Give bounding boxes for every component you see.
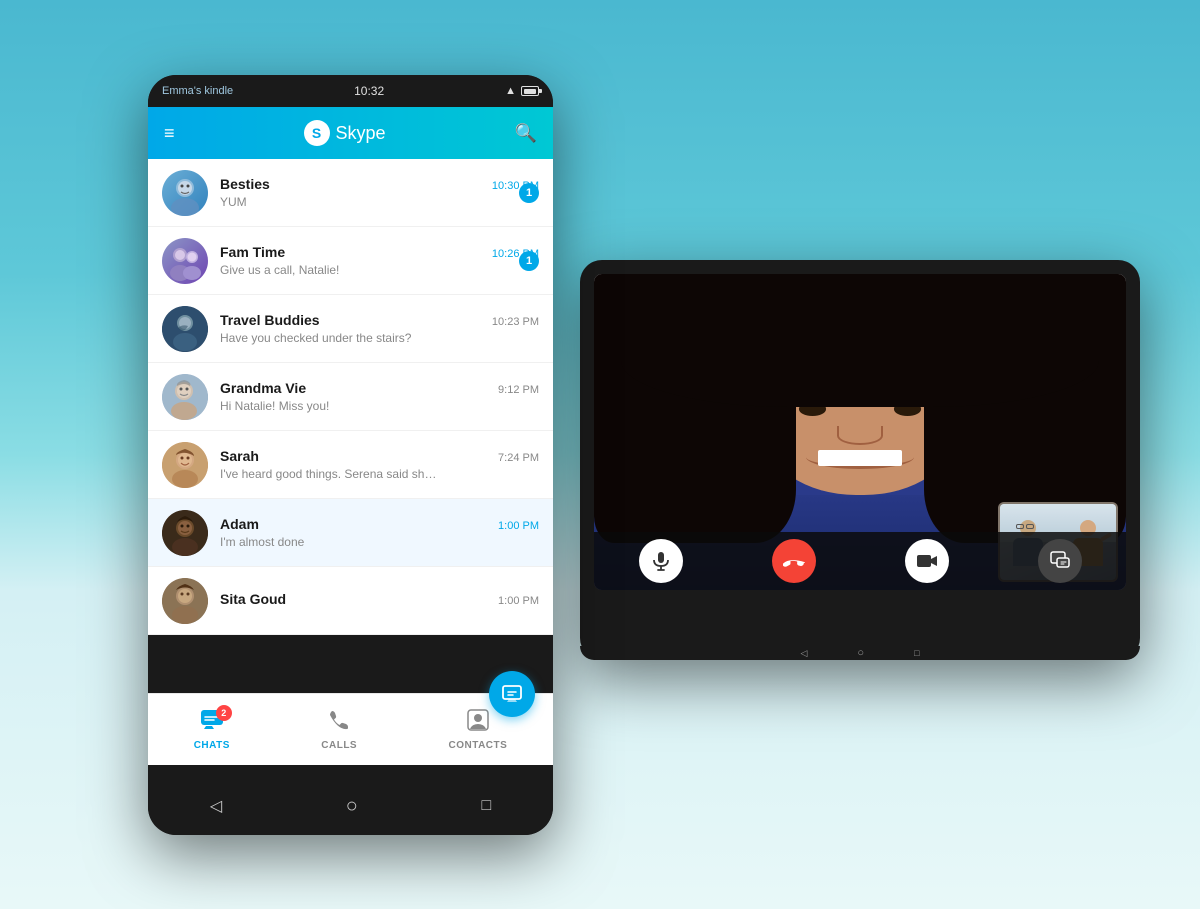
avatar-adam <box>162 510 208 556</box>
nav-label-contacts: CONTACTS <box>448 740 507 751</box>
chat-item-famtime[interactable]: Fam Time 10:26 PM Give us a call, Natali… <box>148 227 553 295</box>
chat-content-travel: Travel Buddies 10:23 PM Have you checked… <box>220 312 539 345</box>
chat-item-sarah[interactable]: Sarah 7:24 PM I've heard good things. Se… <box>148 431 553 499</box>
chat-preview: Give us a call, Natalie! <box>220 263 440 277</box>
chat-preview: YUM <box>220 195 440 209</box>
avatar-sita <box>162 578 208 624</box>
chat-preview: I've heard good things. Serena said she.… <box>220 467 440 481</box>
clock: 10:32 <box>354 84 384 98</box>
chat-content-famtime: Fam Time 10:26 PM Give us a call, Natali… <box>220 244 539 277</box>
nav-chats[interactable]: 2 CHATS <box>194 709 230 751</box>
chat-preview: I'm almost done <box>220 535 440 549</box>
chat-time: 1:00 PM <box>498 520 539 532</box>
chat-name: Grandma Vie <box>220 380 306 396</box>
chat-list: Besties 10:30 PM YUM 1 <box>148 159 553 635</box>
app-title: Skype <box>336 123 386 144</box>
avatar-sarah <box>162 442 208 488</box>
chat-preview: Have you checked under the stairs? <box>220 331 440 345</box>
chat-preview: Hi Natalie! Miss you! <box>220 399 440 413</box>
chat-item-travel[interactable]: Travel Buddies 10:23 PM Have you checked… <box>148 295 553 363</box>
status-icons: ▲ <box>505 85 539 97</box>
chat-name: Sita Goud <box>220 591 286 607</box>
tablet-portrait: Emma's kindle 10:32 ▲ ≡ S Skype 🔍 <box>148 75 553 835</box>
status-bar: Emma's kindle 10:32 ▲ <box>148 75 553 107</box>
menu-icon[interactable]: ≡ <box>164 123 175 144</box>
calls-icon <box>328 709 350 737</box>
android-home[interactable]: ○ <box>346 795 358 818</box>
hair-top <box>621 274 1100 407</box>
chat-item-grandma[interactable]: Grandma Vie 9:12 PM Hi Natalie! Miss you… <box>148 363 553 431</box>
chat-content-sita: Sita Goud 1:00 PM <box>220 591 539 610</box>
skype-logo: S Skype <box>304 120 386 146</box>
mute-button[interactable] <box>639 539 683 583</box>
skype-header: ≡ S Skype 🔍 <box>148 107 553 159</box>
search-icon[interactable]: 🔍 <box>515 123 537 144</box>
chat-content-sarah: Sarah 7:24 PM I've heard good things. Se… <box>220 448 539 481</box>
video-button[interactable] <box>905 539 949 583</box>
android-nav-landscape: ◁ ○ □ <box>580 646 1140 660</box>
battery-icon <box>521 86 539 96</box>
nose <box>837 426 883 445</box>
avatar-grandma <box>162 374 208 420</box>
chat-content-grandma: Grandma Vie 9:12 PM Hi Natalie! Miss you… <box>220 380 539 413</box>
nav-label-calls: CALLS <box>321 740 357 751</box>
chat-item-besties[interactable]: Besties 10:30 PM YUM 1 <box>148 159 553 227</box>
android-recents[interactable]: □ <box>482 797 492 815</box>
android-recents-landscape[interactable]: □ <box>914 648 919 658</box>
android-back-landscape[interactable]: ◁ <box>800 648 807 659</box>
call-controls <box>594 532 1126 590</box>
chat-name: Besties <box>220 176 270 192</box>
chat-content-besties: Besties 10:30 PM YUM <box>220 176 539 209</box>
avatar-besties <box>162 170 208 216</box>
chats-icon: 2 <box>200 709 224 737</box>
android-home-landscape[interactable]: ○ <box>857 647 864 659</box>
device-name: Emma's kindle <box>162 85 233 97</box>
teeth <box>818 450 902 466</box>
android-nav-portrait: ◁ ○ □ <box>148 777 553 835</box>
chats-badge: 2 <box>216 705 232 721</box>
chat-name: Fam Time <box>220 244 285 260</box>
tablet-landscape: ◁ ○ □ <box>580 260 1140 660</box>
chat-name: Adam <box>220 516 259 532</box>
nav-label-chats: CHATS <box>194 740 230 751</box>
chat-time: 1:00 PM <box>498 595 539 607</box>
chat-content-adam: Adam 1:00 PM I'm almost done <box>220 516 539 549</box>
unread-badge: 1 <box>519 183 539 203</box>
chat-time: 9:12 PM <box>498 384 539 396</box>
chat-time: 7:24 PM <box>498 452 539 464</box>
unread-badge: 1 <box>519 251 539 271</box>
skype-s-logo: S <box>304 120 330 146</box>
avatar-famtime <box>162 238 208 284</box>
nav-calls[interactable]: CALLS <box>321 709 357 751</box>
avatar-travel <box>162 306 208 352</box>
android-back[interactable]: ◁ <box>210 796 222 816</box>
wifi-icon: ▲ <box>505 85 516 97</box>
chat-item-adam[interactable]: Adam 1:00 PM I'm almost done <box>148 499 553 567</box>
nav-contacts[interactable]: CONTACTS <box>448 709 507 751</box>
chat-item-sita[interactable]: Sita Goud 1:00 PM <box>148 567 553 635</box>
end-call-button[interactable] <box>772 539 816 583</box>
chat-time: 10:23 PM <box>492 316 539 328</box>
chat-name: Travel Buddies <box>220 312 320 328</box>
screen-share-button[interactable] <box>1038 539 1082 583</box>
chat-name: Sarah <box>220 448 259 464</box>
video-screen <box>594 274 1126 590</box>
compose-fab[interactable] <box>489 671 535 717</box>
contacts-icon <box>467 709 489 737</box>
